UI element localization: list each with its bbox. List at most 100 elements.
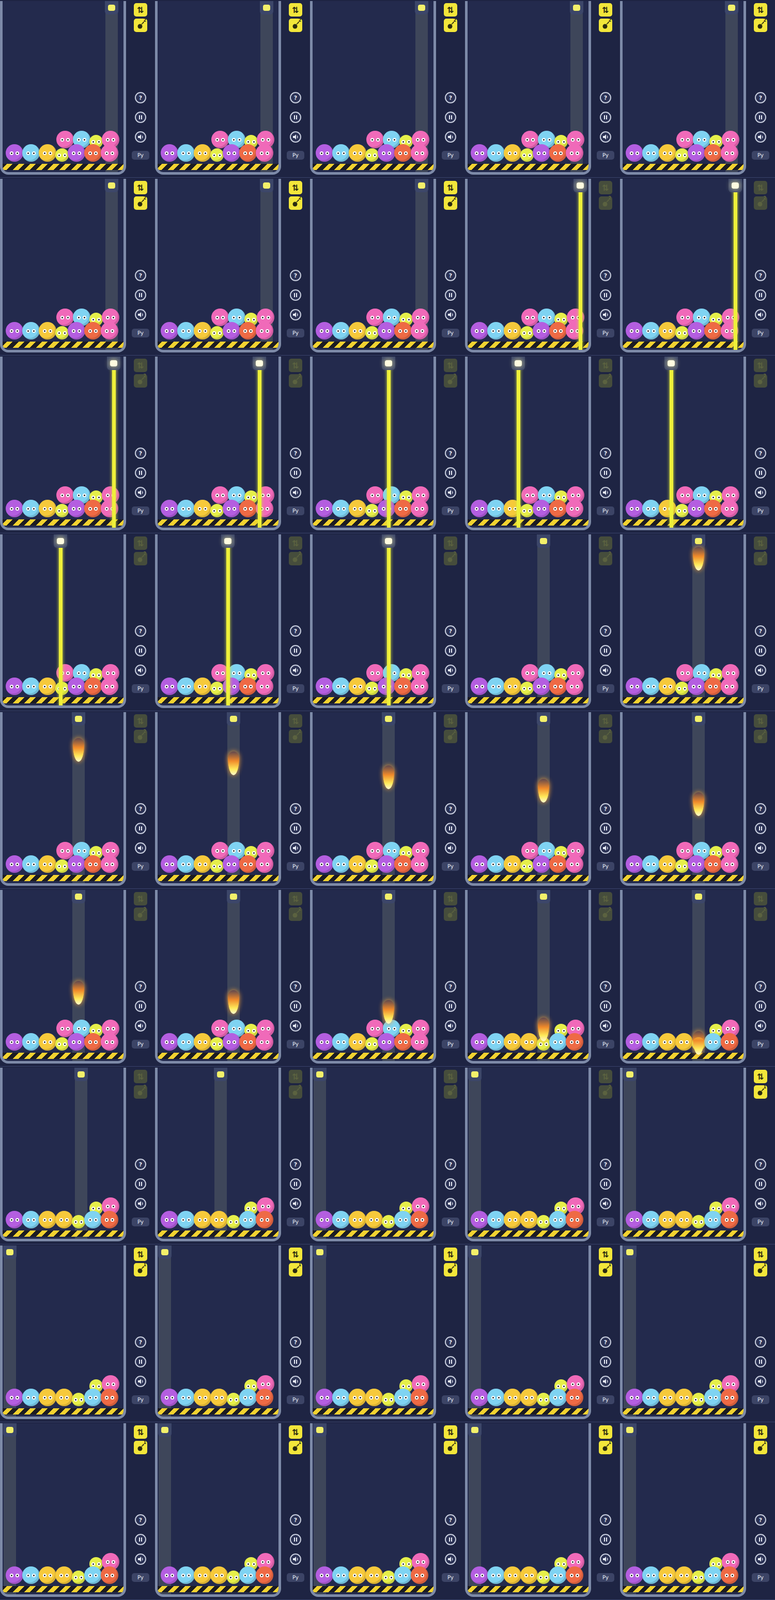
pause-button[interactable] [444, 111, 457, 123]
swap-badge[interactable]: ⇅ [288, 180, 303, 195]
help-button[interactable]: ? [134, 269, 147, 282]
pause-button[interactable] [289, 1000, 302, 1012]
bomb-badge[interactable]: 2 [753, 551, 768, 566]
language-button[interactable]: Py [596, 684, 615, 693]
bomb-badge[interactable]: 1 [443, 1262, 458, 1277]
help-button[interactable]: ? [134, 1336, 147, 1348]
pause-button[interactable] [444, 1178, 457, 1190]
bomb-badge[interactable]: 2 [133, 196, 148, 210]
language-button[interactable]: Py [441, 328, 460, 338]
pause-button[interactable] [134, 1355, 147, 1368]
sound-button[interactable] [599, 486, 612, 499]
language-button[interactable]: Py [751, 1217, 770, 1227]
swap-badge[interactable]: ⇅ [133, 1069, 148, 1083]
bomb-badge[interactable]: 2 [133, 907, 148, 921]
bomb-badge[interactable]: 2 [443, 374, 458, 388]
language-button[interactable]: Py [596, 1217, 615, 1227]
language-button[interactable]: Py [596, 328, 615, 338]
help-button[interactable]: ? [444, 91, 457, 104]
swap-badge[interactable]: ⇅ [598, 3, 613, 17]
bomb-badge[interactable]: 2 [288, 374, 303, 388]
pause-button[interactable] [134, 467, 147, 479]
help-button[interactable]: ? [754, 802, 767, 815]
pause-button[interactable] [599, 289, 612, 301]
help-button[interactable]: ? [599, 447, 612, 459]
pause-button[interactable] [754, 1178, 767, 1190]
pause-button[interactable] [134, 644, 147, 657]
swap-badge[interactable]: ⇅ [598, 714, 613, 728]
bomb-badge[interactable]: 2 [598, 729, 613, 743]
pause-button[interactable] [444, 289, 457, 301]
pause-button[interactable] [289, 1355, 302, 1368]
sound-button[interactable] [444, 1197, 457, 1209]
bomb-badge[interactable]: 1 [133, 1262, 148, 1277]
help-button[interactable]: ? [599, 625, 612, 637]
swap-badge[interactable]: ⇅ [288, 358, 303, 372]
swap-badge[interactable]: ⇅ [133, 1247, 148, 1261]
sound-button[interactable] [754, 486, 767, 499]
help-button[interactable]: ? [444, 980, 457, 992]
bomb-badge[interactable]: 2 [753, 196, 768, 210]
help-button[interactable]: ? [754, 447, 767, 459]
sound-button[interactable] [599, 842, 612, 854]
sound-button[interactable] [599, 1019, 612, 1032]
help-button[interactable]: ? [289, 1158, 302, 1170]
sound-button[interactable] [754, 1197, 767, 1209]
language-button[interactable]: Py [596, 1039, 615, 1049]
bomb-badge[interactable]: 2 [753, 374, 768, 388]
bomb-badge[interactable]: 2 [133, 1085, 148, 1099]
help-button[interactable]: ? [599, 1158, 612, 1170]
bomb-badge[interactable]: 2 [288, 1085, 303, 1099]
swap-badge[interactable]: ⇅ [133, 358, 148, 372]
swap-badge[interactable]: ⇅ [443, 891, 458, 906]
pause-button[interactable] [289, 289, 302, 301]
help-button[interactable]: ? [134, 802, 147, 815]
bomb-badge[interactable]: 2 [443, 18, 458, 33]
help-button[interactable]: ? [444, 625, 457, 637]
sound-button[interactable] [444, 664, 457, 676]
sound-button[interactable] [444, 308, 457, 321]
language-button[interactable]: Py [131, 150, 150, 160]
swap-badge[interactable]: ⇅ [288, 1069, 303, 1083]
help-button[interactable]: ? [134, 91, 147, 104]
pause-button[interactable] [134, 289, 147, 301]
language-button[interactable]: Py [131, 684, 150, 693]
language-button[interactable]: Py [286, 150, 305, 160]
help-button[interactable]: ? [134, 1158, 147, 1170]
language-button[interactable]: Py [286, 1395, 305, 1404]
swap-badge[interactable]: ⇅ [753, 714, 768, 728]
pause-button[interactable] [599, 467, 612, 479]
pause-button[interactable] [754, 1000, 767, 1012]
swap-badge[interactable]: ⇅ [443, 536, 458, 550]
language-button[interactable]: Py [286, 861, 305, 871]
bomb-badge[interactable]: 1 [753, 1085, 768, 1099]
language-button[interactable]: Py [751, 1039, 770, 1049]
help-button[interactable]: ? [289, 980, 302, 992]
bomb-badge[interactable]: 2 [753, 729, 768, 743]
swap-badge[interactable]: ⇅ [443, 1069, 458, 1083]
help-button[interactable]: ? [289, 447, 302, 459]
language-button[interactable]: Py [131, 328, 150, 338]
bomb-badge[interactable]: 2 [598, 196, 613, 210]
sound-button[interactable] [134, 1375, 147, 1387]
help-button[interactable]: ? [289, 1336, 302, 1348]
bomb-badge[interactable]: 2 [288, 729, 303, 743]
swap-badge[interactable]: ⇅ [133, 536, 148, 550]
pause-button[interactable] [599, 644, 612, 657]
language-button[interactable]: Py [131, 1039, 150, 1049]
bomb-badge[interactable]: 2 [753, 907, 768, 921]
bomb-badge[interactable]: 2 [598, 18, 613, 33]
language-button[interactable]: Py [441, 150, 460, 160]
language-button[interactable]: Py [751, 150, 770, 160]
bomb-badge[interactable]: 2 [443, 551, 458, 566]
sound-button[interactable] [599, 308, 612, 321]
language-button[interactable]: Py [441, 861, 460, 871]
pause-button[interactable] [444, 1355, 457, 1368]
help-button[interactable]: ? [134, 447, 147, 459]
bomb-badge[interactable]: 2 [288, 907, 303, 921]
bomb-badge[interactable]: 2 [133, 551, 148, 566]
help-button[interactable]: ? [599, 802, 612, 815]
pause-button[interactable] [444, 822, 457, 834]
language-button[interactable]: Py [286, 1217, 305, 1227]
pause-button[interactable] [444, 1000, 457, 1012]
